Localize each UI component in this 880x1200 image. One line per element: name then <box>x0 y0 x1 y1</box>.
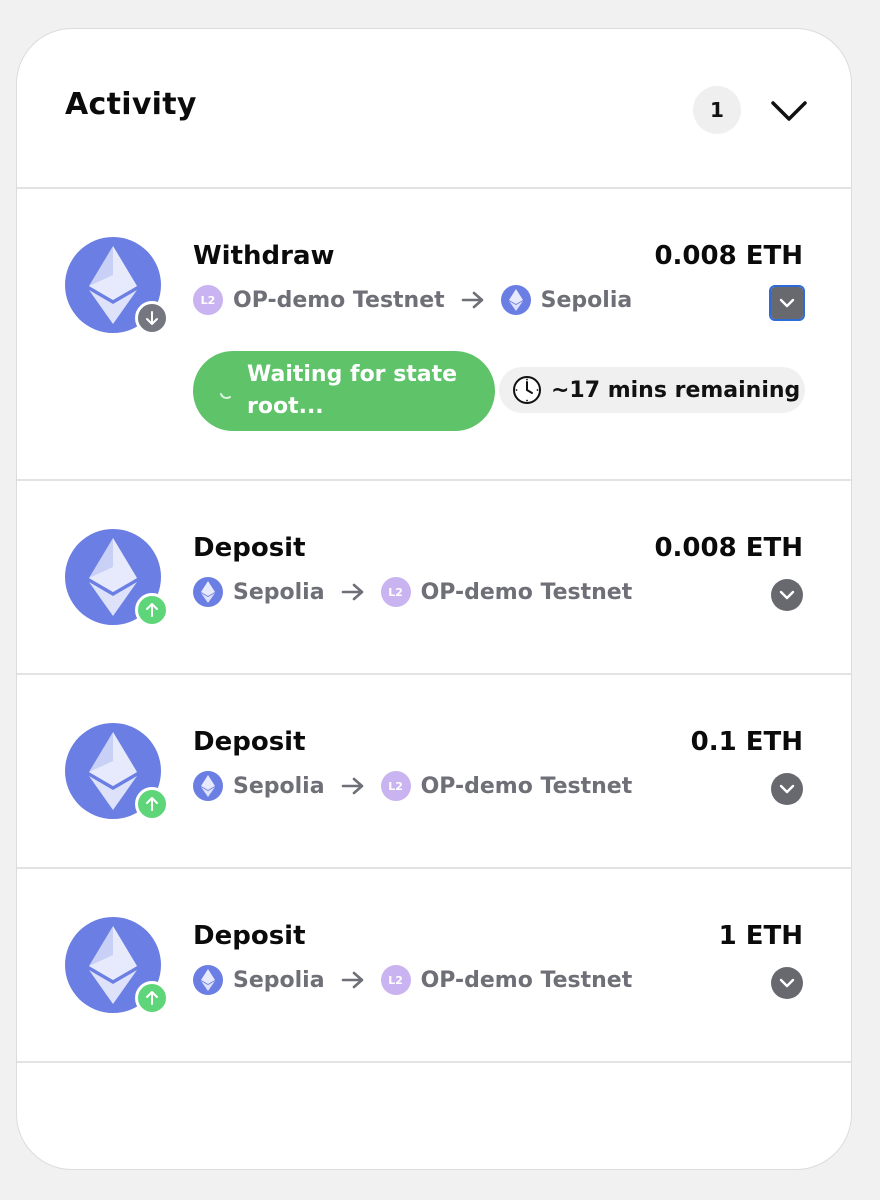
transaction-amount: 0.008 ETH <box>654 241 803 271</box>
arrow-down-icon <box>146 311 158 325</box>
ethereum-icon <box>89 732 137 810</box>
expand-details-button[interactable] <box>771 579 803 611</box>
activity-panel: Activity 1 Withdraw 0.008 ETH L2 OP-demo… <box>16 28 852 1170</box>
arrow-up-icon <box>146 797 158 811</box>
l2-icon: L2 <box>380 577 411 607</box>
ethereum-icon <box>193 771 223 801</box>
source-network: Sepolia <box>233 773 325 799</box>
collapse-activity-button[interactable] <box>769 91 809 131</box>
transaction-row-deposit[interactable]: Deposit 0.008 ETH Sepolia L2 OP-demo Tes… <box>17 481 851 675</box>
l2-icon: L2 <box>380 771 411 801</box>
chevron-down-icon <box>779 298 795 308</box>
chevron-down-icon <box>779 784 795 794</box>
transaction-row-deposit[interactable]: Deposit 1 ETH Sepolia L2 OP-demo Testnet <box>17 869 851 1063</box>
transaction-route: Sepolia L2 OP-demo Testnet <box>193 963 632 997</box>
arrow-right-icon <box>461 290 485 310</box>
status-text: Waiting for state root... <box>247 362 458 419</box>
spinner-icon <box>220 393 231 400</box>
ethereum-icon <box>89 926 137 1004</box>
transaction-row-deposit[interactable]: Deposit 0.1 ETH Sepolia L2 OP-demo Testn… <box>17 675 851 869</box>
expand-details-button[interactable] <box>771 773 803 805</box>
destination-network: OP-demo Testnet <box>420 579 633 605</box>
arrow-right-icon <box>341 970 365 990</box>
withdraw-direction-badge <box>135 301 169 335</box>
chevron-down-icon <box>779 590 795 600</box>
l2-icon: L2 <box>380 965 411 995</box>
deposit-direction-badge <box>135 787 169 821</box>
transaction-type: Deposit <box>193 533 306 563</box>
source-network: Sepolia <box>233 967 325 993</box>
transaction-amount: 0.008 ETH <box>654 533 803 563</box>
destination-network: OP-demo Testnet <box>420 773 633 799</box>
activity-header: Activity 1 <box>17 29 851 189</box>
expand-details-button[interactable] <box>771 967 803 999</box>
time-remaining-text: ~17 mins remaining <box>551 377 801 403</box>
transaction-route: Sepolia L2 OP-demo Testnet <box>193 769 632 803</box>
transaction-route: Sepolia L2 OP-demo Testnet <box>193 575 632 609</box>
time-remaining-pill: ~17 mins remaining <box>499 367 805 413</box>
pending-count-badge: 1 <box>693 86 741 134</box>
chevron-down-icon <box>771 101 807 121</box>
destination-network: OP-demo Testnet <box>420 967 633 993</box>
destination-network: Sepolia <box>540 287 633 313</box>
clock-icon <box>513 376 541 404</box>
transaction-row-withdraw[interactable]: Withdraw 0.008 ETH L2 OP-demo Testnet Se… <box>17 189 851 481</box>
ethereum-icon <box>193 965 223 995</box>
source-network: OP-demo Testnet <box>233 287 445 313</box>
transaction-amount: 1 ETH <box>718 921 803 951</box>
activity-title: Activity <box>65 87 197 122</box>
arrow-up-icon <box>146 991 158 1005</box>
deposit-direction-badge <box>135 981 169 1015</box>
expand-details-button[interactable] <box>769 285 805 321</box>
arrow-right-icon <box>341 776 365 796</box>
arrow-up-icon <box>146 603 158 617</box>
chevron-down-icon <box>779 978 795 988</box>
deposit-direction-badge <box>135 593 169 627</box>
source-network: Sepolia <box>233 579 325 605</box>
ethereum-icon <box>500 285 531 315</box>
status-pill: Waiting for state root... <box>193 351 495 431</box>
transaction-type: Withdraw <box>193 241 335 271</box>
ethereum-icon <box>193 577 223 607</box>
l2-icon: L2 <box>193 285 223 315</box>
transaction-type: Deposit <box>193 921 306 951</box>
ethereum-icon <box>89 246 137 324</box>
transaction-amount: 0.1 ETH <box>690 727 803 757</box>
transaction-type: Deposit <box>193 727 306 757</box>
ethereum-icon <box>89 538 137 616</box>
transaction-route: L2 OP-demo Testnet Sepolia <box>193 283 632 317</box>
arrow-right-icon <box>341 582 365 602</box>
